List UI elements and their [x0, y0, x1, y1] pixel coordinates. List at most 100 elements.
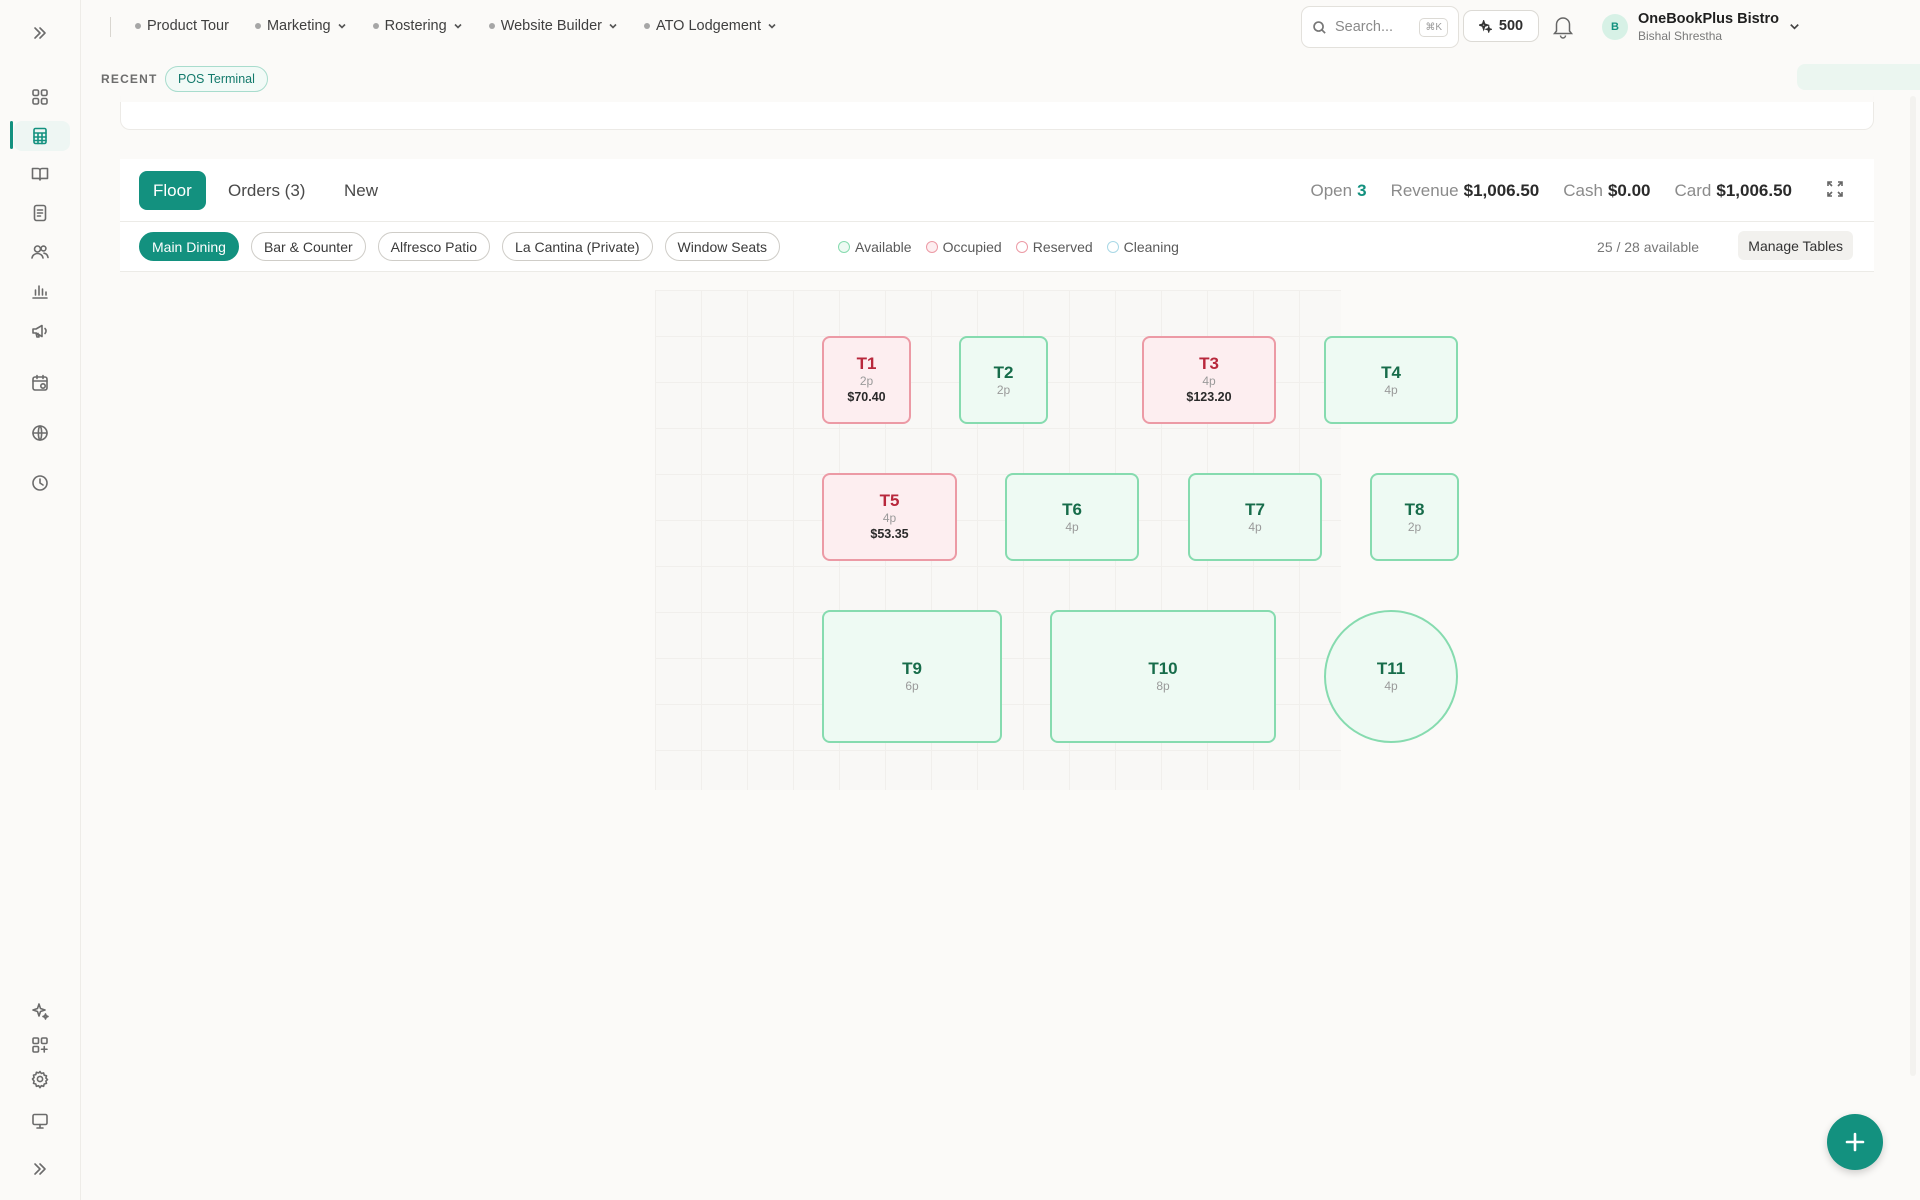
avatar[interactable]: B: [1602, 14, 1628, 40]
monitor-icon[interactable]: [27, 1108, 53, 1134]
table-t5[interactable]: T5 4p $53.35: [822, 473, 957, 561]
table-t7[interactable]: T7 4p: [1188, 473, 1322, 561]
table-name: T1: [856, 354, 877, 373]
table-capacity: 4p: [1202, 374, 1216, 388]
legend-cleaning: Cleaning: [1106, 239, 1179, 255]
nav-website-builder[interactable]: Website Builder: [488, 18, 618, 34]
area-chip-main-dining[interactable]: Main Dining: [139, 232, 239, 261]
stat-revenue: Revenue $1,006.50: [1391, 181, 1540, 201]
add-button[interactable]: [1827, 1114, 1883, 1170]
table-capacity: 4p: [1384, 382, 1398, 397]
area-chip-alfresco-patio[interactable]: Alfresco Patio: [377, 232, 491, 261]
area-chip-bar-counter[interactable]: Bar & Counter: [250, 232, 366, 261]
legend-label: Reserved: [1032, 239, 1093, 255]
fullscreen-icon[interactable]: [1826, 180, 1846, 200]
chevron-down-icon: [338, 23, 346, 29]
calendar-icon[interactable]: [27, 370, 53, 396]
table-t4[interactable]: T4 4p: [1324, 336, 1458, 424]
credits-button[interactable]: 500: [1463, 10, 1539, 42]
table-t1[interactable]: T1 2p $70.40: [822, 336, 911, 424]
area-chip-window-seats[interactable]: Window Seats: [664, 232, 781, 261]
reports-icon[interactable]: [27, 278, 53, 304]
table-t8[interactable]: T8 2p: [1370, 473, 1459, 561]
stat-card: Card $1,006.50: [1675, 181, 1793, 201]
scrollbar[interactable]: [1910, 96, 1916, 1076]
plus-icon: [1845, 1132, 1865, 1152]
credits-count: 500: [1498, 18, 1524, 34]
books-icon[interactable]: [27, 161, 53, 187]
table-t11[interactable]: T11 4p: [1324, 610, 1458, 743]
nav-label: Product Tour: [147, 18, 229, 34]
legend-label: Available: [855, 239, 912, 255]
table-capacity: 4p: [1248, 519, 1262, 534]
recent-label: RECENT: [101, 72, 158, 86]
contacts-icon[interactable]: [27, 239, 53, 265]
pos-panel: Floor Orders (3) New Open 3 Revenue $1,006…: [120, 159, 1874, 1200]
table-t2[interactable]: T2 2p: [959, 336, 1048, 424]
recent-bar: RECENT POS Terminal: [81, 52, 1920, 102]
collapse-icon[interactable]: [27, 20, 53, 46]
table-amount: $123.20: [1186, 390, 1232, 404]
pos-stats: Open 3 Revenue $1,006.50 Cash $0.00 Card $1,…: [1311, 181, 1793, 201]
table-name: T10: [1148, 659, 1178, 678]
table-capacity: 4p: [1065, 519, 1079, 534]
nav-dot-icon: [135, 23, 141, 29]
apps-icon[interactable]: [27, 1032, 53, 1058]
settings-icon[interactable]: [27, 1066, 53, 1092]
invoice-icon[interactable]: [27, 200, 53, 226]
search-input[interactable]: Search... ⌘K: [1301, 6, 1459, 48]
nav-marketing[interactable]: Marketing: [254, 18, 347, 34]
bell-icon[interactable]: [1547, 10, 1579, 42]
table-name: T4: [1381, 362, 1401, 382]
history-icon[interactable]: [27, 470, 53, 496]
stat-cash: Cash $0.00: [1563, 181, 1650, 201]
nav-dot-icon: [254, 23, 261, 29]
ai-sparkle-icon[interactable]: [27, 998, 53, 1024]
table-capacity: 8p: [1156, 679, 1170, 693]
table-t6[interactable]: T6 4p: [1005, 473, 1139, 561]
tab-orders[interactable]: Orders (3): [228, 171, 305, 210]
stat-label: Card: [1674, 181, 1712, 200]
top-nav: Product Tour Marketing Rostering Website…: [81, 0, 1920, 52]
table-t9[interactable]: T9 6p: [822, 610, 1002, 743]
table-name: T3: [1199, 354, 1219, 373]
legend-label: Occupied: [942, 239, 1002, 255]
search-icon: [1313, 20, 1326, 34]
org-name[interactable]: OneBookPlus Bistro: [1638, 11, 1779, 27]
areas-row: Main Dining Bar & Counter Alfresco Patio…: [120, 222, 1874, 272]
nav-dot-icon: [372, 23, 379, 29]
nav-product-tour[interactable]: Product Tour: [135, 18, 229, 34]
expand-icon[interactable]: [27, 1156, 53, 1182]
table-capacity: 2p: [996, 382, 1011, 397]
status-dot-icon: [838, 241, 850, 253]
nav-ato-lodgement[interactable]: ATO Lodgement: [643, 18, 777, 34]
area-chip-la-cantina[interactable]: La Cantina (Private): [502, 232, 653, 261]
marketing-icon[interactable]: [27, 318, 53, 344]
sparkle-icon: [1478, 19, 1492, 33]
stat-value: 3: [1357, 181, 1367, 200]
table-capacity: 6p: [905, 679, 919, 693]
background-action-button: [1797, 64, 1920, 90]
chevron-down-icon: [454, 23, 462, 29]
nav-divider: [110, 17, 111, 37]
chevron-down-icon[interactable]: [1788, 20, 1801, 38]
search-shortcut: ⌘K: [1419, 17, 1448, 37]
nav-rostering[interactable]: Rostering: [372, 18, 463, 34]
table-name: T9: [902, 659, 922, 678]
recent-chip-pos-terminal[interactable]: POS Terminal: [165, 66, 268, 92]
dashboard-icon[interactable]: [27, 84, 53, 110]
status-dot-icon: [1015, 241, 1028, 253]
manage-tables-button[interactable]: Manage Tables: [1738, 231, 1853, 260]
table-t10[interactable]: T10 8p: [1050, 610, 1276, 743]
table-t3[interactable]: T3 4p $123.20: [1142, 336, 1276, 424]
legend-available: Available: [838, 239, 912, 255]
website-icon[interactable]: [27, 420, 53, 446]
nav-dot-icon: [488, 23, 495, 29]
pos-tabs-row: Floor Orders (3) New Open 3 Revenue $1,006…: [120, 159, 1874, 222]
chevron-down-icon: [609, 23, 617, 29]
nav-label: Rostering: [384, 18, 447, 34]
table-name: T6: [1062, 499, 1082, 519]
tab-floor[interactable]: Floor: [139, 171, 206, 210]
pos-icon[interactable]: [27, 123, 53, 149]
tab-new[interactable]: New: [344, 171, 378, 210]
